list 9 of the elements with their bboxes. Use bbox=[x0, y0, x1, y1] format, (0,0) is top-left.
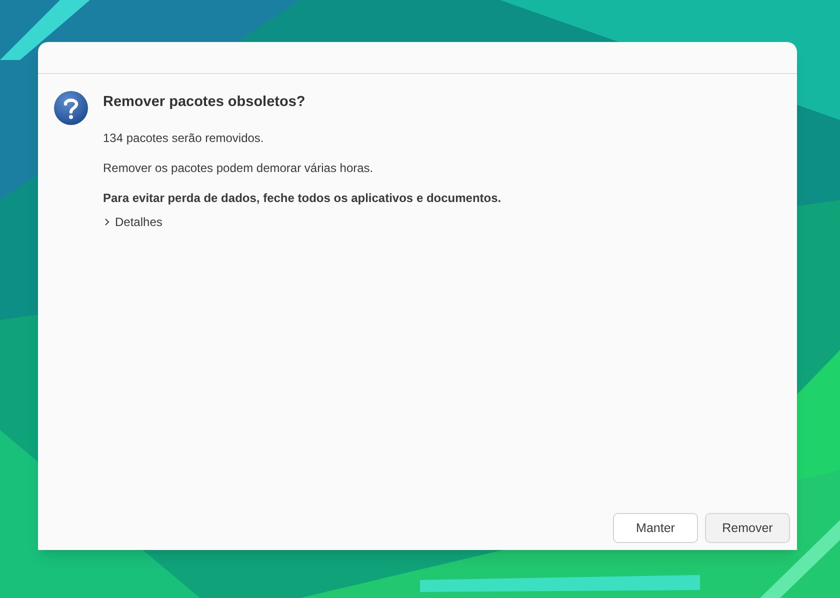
details-expander[interactable]: Detalhes bbox=[103, 214, 162, 230]
message-text: 134 pacotes serão removidos. bbox=[103, 130, 265, 146]
message-text: Remover os pacotes podem demorar várias horas. bbox=[103, 160, 374, 176]
dialog-title: Remover pacotes obsoletos? bbox=[103, 93, 306, 112]
keep-button[interactable]: Manter bbox=[613, 513, 698, 543]
remove-button[interactable]: Remover bbox=[705, 513, 790, 543]
message-text: Para evitar perda de dados, feche todos os aplicativos e documentos. bbox=[103, 190, 502, 206]
chevron-icon bbox=[103, 218, 111, 226]
question-icon bbox=[53, 90, 89, 126]
